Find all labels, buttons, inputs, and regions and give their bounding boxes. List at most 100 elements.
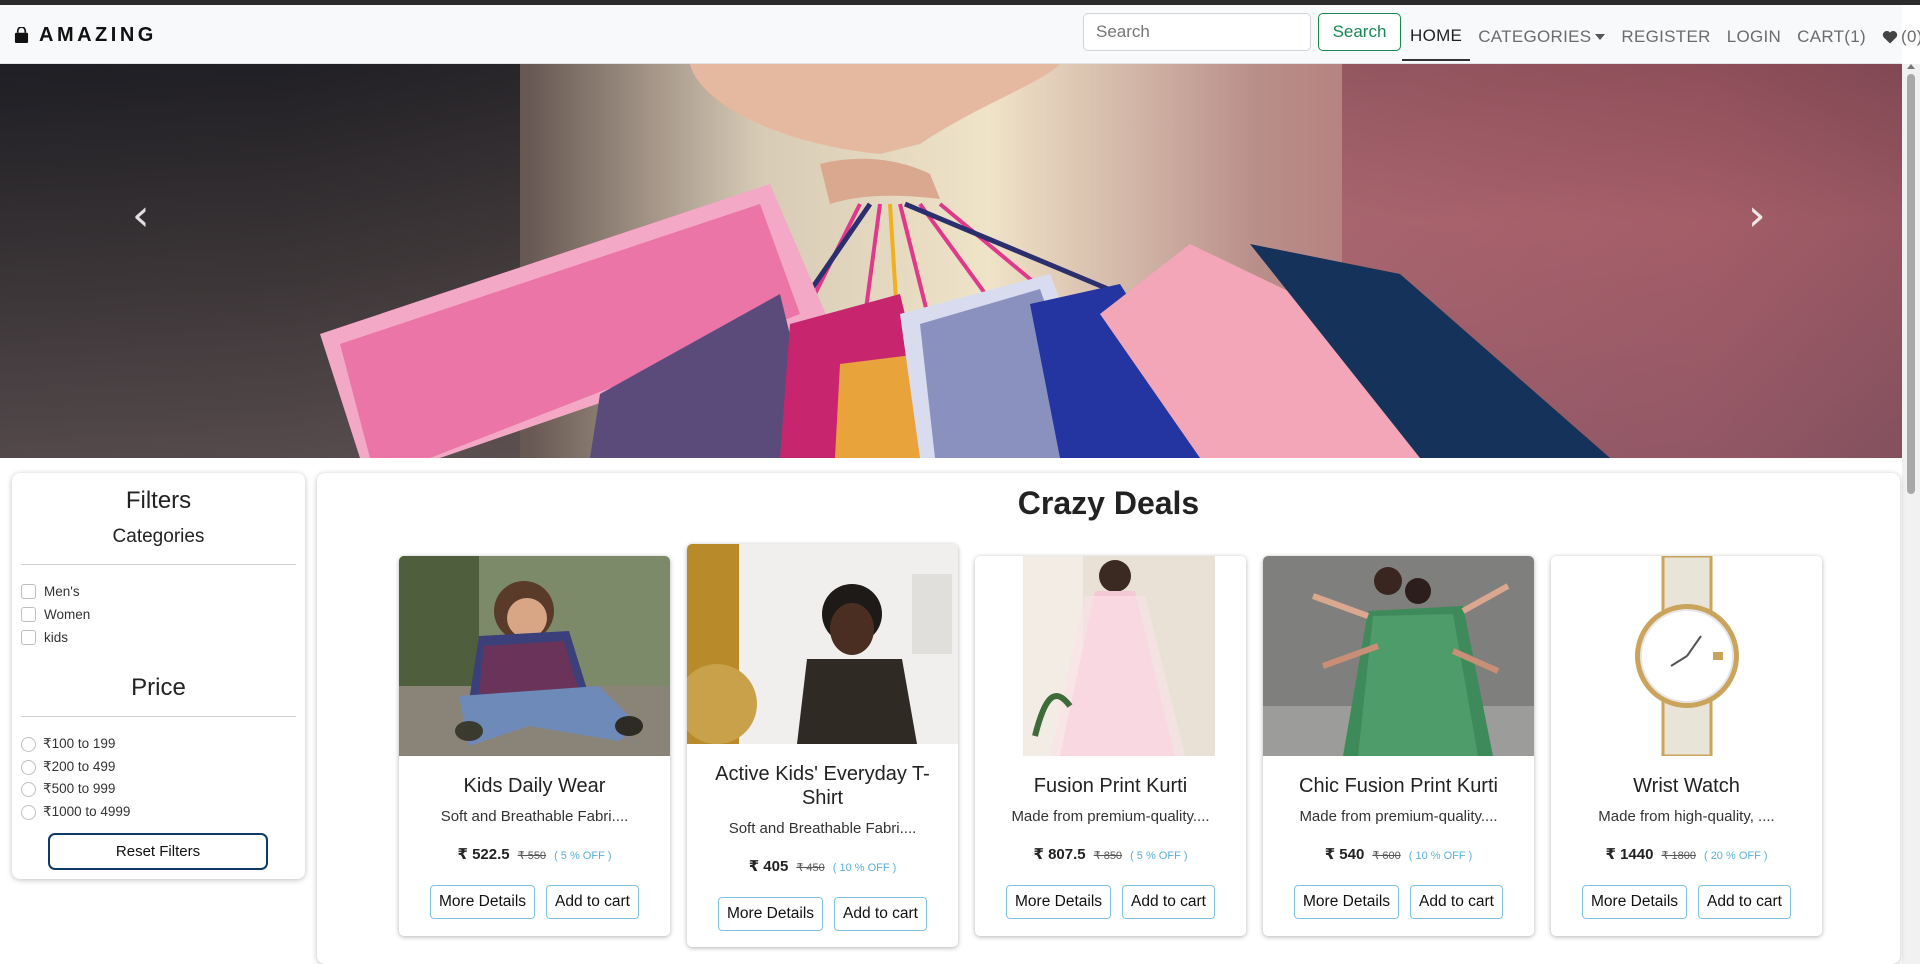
crazy-deals-section: Crazy Deals Kids Daily Wear Soft and Bre… [317, 473, 1900, 964]
page-scrollbar[interactable] [1902, 64, 1920, 964]
price-row: ₹ 405 ₹ 450 ( 10 % OFF ) [687, 857, 958, 875]
card-actions: More Details Add to cart [1263, 885, 1534, 919]
add-to-cart-button[interactable]: Add to cart [1410, 885, 1503, 919]
hero-carousel: ‹ › [0, 64, 1902, 458]
price-label: ₹100 to 199 [43, 736, 116, 751]
more-details-button[interactable]: More Details [1294, 885, 1400, 919]
category-label: kids [44, 630, 69, 645]
product-price: ₹ 1440 [1605, 846, 1654, 863]
more-details-button[interactable]: More Details [1582, 885, 1688, 919]
card-actions: More Details Add to cart [975, 885, 1246, 919]
price-option-1000-4999[interactable]: ₹1000 to 4999 [21, 804, 130, 820]
product-discount: ( 5 % OFF ) [1130, 850, 1188, 862]
add-to-cart-button[interactable]: Add to cart [1122, 885, 1215, 919]
add-to-cart-button[interactable]: Add to cart [834, 897, 927, 931]
product-card: Chic Fusion Print Kurti Made from premiu… [1263, 556, 1534, 936]
price-option-200-499[interactable]: ₹200 to 499 [21, 759, 115, 775]
nav-categories[interactable]: CATEGORIES [1470, 13, 1613, 61]
card-actions: More Details Add to cart [687, 897, 958, 931]
product-discount: ( 20 % OFF ) [1703, 850, 1768, 862]
more-details-button[interactable]: More Details [1006, 885, 1112, 919]
nav-wishlist[interactable]: (0) [1874, 13, 1920, 61]
add-to-cart-button[interactable]: Add to cart [546, 885, 639, 919]
category-label: Women [44, 607, 91, 622]
product-old-price: ₹ 1800 [1661, 850, 1696, 862]
price-row: ₹ 807.5 ₹ 850 ( 5 % OFF ) [975, 845, 1246, 863]
product-description: Made from premium-quality.... [1011, 808, 1210, 825]
product-old-price: ₹ 550 [517, 850, 547, 862]
price-option-500-999[interactable]: ₹500 to 999 [21, 781, 115, 797]
product-discount: ( 5 % OFF ) [554, 850, 612, 862]
nav-cart[interactable]: CART(1) [1789, 13, 1874, 61]
category-option-kids[interactable]: kids [21, 630, 68, 645]
product-title: Fusion Print Kurti [1033, 775, 1188, 797]
filters-title: Filters [125, 487, 192, 514]
card-actions: More Details Add to cart [399, 885, 670, 919]
price-title: Price [131, 674, 186, 701]
product-description: Made from premium-quality.... [1299, 808, 1498, 825]
shopping-bags-illustration [320, 64, 1610, 458]
navbar: AMAZING Search HOME CATEGORIES REGISTER … [0, 5, 1920, 64]
filters-panel: Filters Categories Men's Women kids Pric… [12, 473, 305, 879]
product-title: Kids Daily Wear [463, 775, 606, 797]
product-old-price: ₹ 600 [1372, 850, 1401, 862]
add-to-cart-button[interactable]: Add to cart [1698, 885, 1791, 919]
product-image[interactable] [399, 556, 670, 756]
brand-name: AMAZING [39, 24, 157, 46]
radio-button[interactable] [21, 781, 36, 797]
checkbox[interactable] [21, 630, 36, 645]
product-card: Fusion Print Kurti Made from premium-qua… [975, 556, 1246, 936]
product-image[interactable] [687, 544, 958, 744]
product-title: Wrist Watch [1633, 775, 1740, 797]
brand-logo[interactable]: AMAZING [14, 24, 157, 47]
radio-button[interactable] [21, 759, 36, 775]
product-old-price: ₹ 450 [796, 862, 825, 874]
carousel-next-button[interactable]: › [1748, 190, 1766, 241]
search-button[interactable]: Search [1318, 13, 1401, 51]
caret-down-icon [1595, 34, 1606, 40]
heart-icon [1882, 30, 1898, 44]
price-label: ₹500 to 999 [43, 781, 116, 796]
radio-button[interactable] [21, 736, 36, 752]
nav-register[interactable]: REGISTER [1613, 13, 1718, 61]
category-option-women[interactable]: Women [21, 607, 90, 622]
product-description: Made from high-quality, .... [1598, 808, 1775, 825]
wishlist-count: (0) [1900, 27, 1920, 46]
price-option-100-199[interactable]: ₹100 to 199 [21, 736, 115, 752]
more-details-button[interactable]: More Details [430, 885, 536, 919]
search-input[interactable] [1083, 13, 1311, 51]
product-description: Soft and Breathable Fabri.... [728, 820, 917, 837]
nav-home[interactable]: HOME [1402, 13, 1471, 61]
divider [21, 716, 296, 717]
more-details-button[interactable]: More Details [718, 897, 824, 931]
category-option-mens[interactable]: Men's [21, 584, 80, 599]
product-description: Soft and Breathable Fabri.... [440, 808, 629, 825]
product-discount: ( 10 % OFF ) [832, 862, 897, 874]
checkbox[interactable] [21, 607, 36, 622]
reset-filters-button[interactable]: Reset Filters [48, 833, 268, 870]
nav-links: HOME CATEGORIES REGISTER LOGIN CART(1) (… [1402, 13, 1920, 61]
checkbox[interactable] [21, 584, 36, 599]
product-card: Kids Daily Wear Soft and Breathable Fabr… [399, 556, 670, 936]
deals-title: Crazy Deals [1017, 485, 1200, 521]
category-label: Men's [44, 584, 80, 599]
product-card: Wrist Watch Made from high-quality, ....… [1551, 556, 1822, 936]
product-price: ₹ 807.5 [1033, 846, 1086, 863]
radio-button[interactable] [21, 804, 36, 820]
product-image[interactable] [975, 556, 1246, 756]
scroll-up-icon[interactable] [1907, 64, 1915, 69]
product-title: Active Kids' Everyday T-Shirt [715, 763, 930, 809]
product-image[interactable] [1551, 556, 1822, 756]
card-actions: More Details Add to cart [1551, 885, 1822, 919]
price-row: ₹ 540 ₹ 600 ( 10 % OFF ) [1263, 845, 1534, 863]
shopping-bag-icon [14, 27, 29, 43]
nav-login[interactable]: LOGIN [1719, 13, 1789, 61]
price-label: ₹200 to 499 [43, 759, 116, 774]
price-label: ₹1000 to 4999 [43, 804, 131, 819]
product-title: Chic Fusion Print Kurti [1299, 775, 1498, 797]
scrollbar-thumb[interactable] [1907, 74, 1915, 494]
carousel-prev-button[interactable]: ‹ [132, 190, 150, 241]
product-price: ₹ 540 [1324, 846, 1365, 863]
product-image[interactable] [1263, 556, 1534, 756]
product-discount: ( 10 % OFF ) [1408, 850, 1473, 862]
